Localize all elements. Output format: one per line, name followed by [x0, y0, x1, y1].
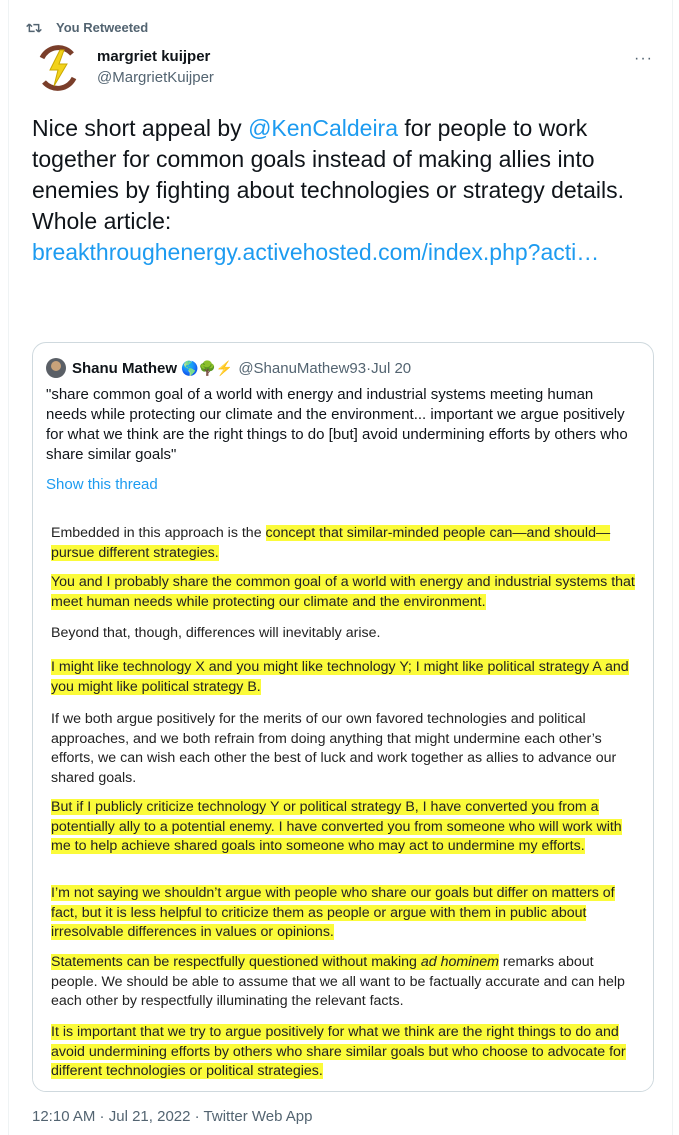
author-avatar[interactable]: [34, 44, 82, 92]
quoted-tweet[interactable]: Shanu Mathew 🌎🌳⚡ @ShanuMathew93 · Jul 20…: [32, 342, 654, 1092]
article-para-9-text: It is important that we try to argue pos…: [51, 1024, 626, 1079]
article-para-2: You and I probably share the common goal…: [51, 573, 641, 612]
retweet-icon: [26, 22, 42, 33]
quoted-emojis: 🌎🌳⚡: [181, 359, 234, 376]
article-para-3: Beyond that, though, differences will in…: [51, 625, 381, 641]
mention-link[interactable]: @KenCaldeira: [248, 115, 398, 141]
retweet-indicator[interactable]: You Retweeted: [26, 20, 148, 35]
quoted-date: Jul 20: [371, 359, 412, 377]
article-para-2-text: You and I probably share the common goal…: [51, 574, 635, 610]
article-para-4-text: I might like technology X and you might …: [51, 659, 629, 695]
article-para-4: I might like technology X and you might …: [51, 658, 641, 697]
quoted-name: Shanu Mathew: [72, 359, 178, 377]
tweet-date[interactable]: Jul 21, 2022: [109, 1108, 191, 1125]
tweet-text-part1: Nice short appeal by: [32, 115, 249, 141]
article-para-1: Embedded in this approach is the concept…: [51, 524, 641, 563]
tweet-footer: 12:10 AM · Jul 21, 2022 · Twitter Web Ap…: [32, 1108, 312, 1125]
article-para-8a: Statements can be respectfully questione…: [51, 954, 421, 970]
quoted-tweet-header: Shanu Mathew 🌎🌳⚡ @ShanuMathew93 · Jul 20: [46, 358, 411, 378]
article-para-6-text: But if I publicly criticize technology Y…: [51, 799, 622, 854]
article-para-7: I’m not saying we shouldn’t argue with p…: [51, 884, 641, 943]
footer-sep-2: ·: [190, 1108, 204, 1125]
article-para-8b: ad hominem: [420, 954, 499, 970]
article-para-8: Statements can be respectfully questione…: [51, 953, 641, 1012]
quoted-avatar: [46, 358, 66, 378]
author-handle[interactable]: @MargrietKuijper: [97, 69, 214, 86]
show-thread-link[interactable]: Show this thread: [46, 476, 158, 493]
more-options-icon[interactable]: ···: [634, 50, 653, 68]
author-name[interactable]: margriet kuijper: [97, 48, 210, 65]
quoted-text: "share common goal of a world with energ…: [46, 386, 628, 463]
quoted-handle: @ShanuMathew93: [238, 359, 367, 377]
tweet-text: Nice short appeal by @KenCaldeira for pe…: [32, 113, 652, 268]
article-screenshot: Embedded in this approach is the concept…: [33, 513, 653, 1091]
article-para-7-text: I’m not saying we shouldn’t argue with p…: [51, 885, 615, 940]
tweet-text-part3: Whole article:: [32, 208, 172, 234]
tweet-source[interactable]: Twitter Web App: [204, 1108, 313, 1125]
article-para-5: If we both argue positively for the meri…: [51, 711, 617, 786]
article-para-6: But if I publicly criticize technology Y…: [51, 798, 641, 857]
tweet-time[interactable]: 12:10 AM: [32, 1108, 95, 1125]
footer-sep-1: ·: [95, 1108, 109, 1125]
retweet-label: You Retweeted: [56, 20, 149, 35]
article-link[interactable]: breakthroughenergy.activehosted.com/inde…: [32, 239, 599, 265]
article-para-1a: Embedded in this approach is the: [51, 525, 266, 541]
article-para-9: It is important that we try to argue pos…: [51, 1023, 641, 1082]
